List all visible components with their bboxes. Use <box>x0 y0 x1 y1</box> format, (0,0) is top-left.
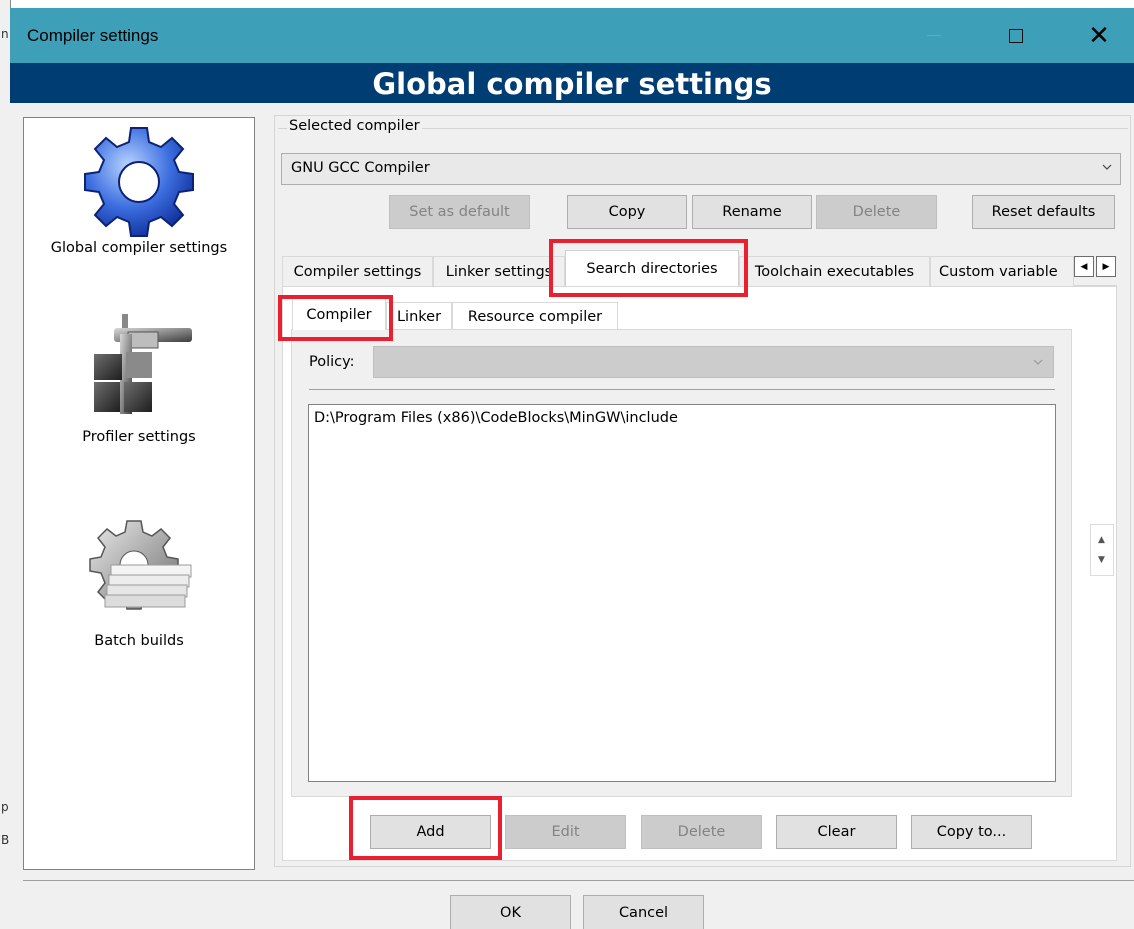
arrow-up-icon[interactable]: ▲ <box>1098 535 1105 545</box>
tab-scroll-right-icon[interactable]: ▶ <box>1096 256 1116 277</box>
directory-list[interactable]: D:\Program Files (x86)\CodeBlocks\MinGW\… <box>308 404 1056 782</box>
maximize-icon <box>1009 28 1023 43</box>
category-label: Global compiler settings <box>50 240 228 256</box>
set-as-default-button[interactable]: Set as default <box>389 195 530 229</box>
gear-stack-icon <box>89 520 192 610</box>
cancel-button[interactable]: Cancel <box>583 895 704 929</box>
highlight-box <box>549 239 748 297</box>
category-batch-builds[interactable]: Batch builds <box>24 513 254 649</box>
subtab-linker[interactable]: Linker <box>386 302 452 330</box>
chevron-down-icon <box>1102 164 1112 170</box>
tab-scroll-buttons: ◀ ▶ <box>1074 256 1118 277</box>
delete-compiler-button[interactable]: Delete <box>816 195 937 229</box>
title-bar[interactable] <box>10 8 1134 63</box>
divider <box>23 880 1134 881</box>
page-title: Global compiler settings <box>10 63 1134 103</box>
minimize-icon <box>927 35 941 36</box>
compiler-select-value: GNU GCC Compiler <box>291 160 430 176</box>
policy-label: Policy: <box>309 354 355 370</box>
tab-toolchain-executables[interactable]: Toolchain executables <box>739 256 930 286</box>
compiler-select[interactable]: GNU GCC Compiler <box>281 153 1121 185</box>
delete-directory-button[interactable]: Delete <box>641 815 762 849</box>
gear-icon <box>84 127 194 237</box>
tab-compiler-settings[interactable]: Compiler settings <box>282 256 433 286</box>
edge-char: p <box>1 800 9 814</box>
tab-custom-variables[interactable]: Custom variable <box>930 256 1074 286</box>
subtab-resource-compiler[interactable]: Resource compiler <box>452 302 618 330</box>
close-button[interactable]: ✕ <box>1070 8 1128 63</box>
clear-directories-button[interactable]: Clear <box>776 815 897 849</box>
chevron-down-icon <box>1033 359 1043 365</box>
arrow-down-icon[interactable]: ▼ <box>1098 555 1105 565</box>
category-list: Global compiler settings Profiler settin… <box>23 117 255 870</box>
copy-to-button[interactable]: Copy to... <box>911 815 1032 849</box>
maximize-button[interactable] <box>987 8 1045 63</box>
category-profiler-settings[interactable]: Profiler settings <box>24 308 254 445</box>
policy-select[interactable] <box>373 346 1054 378</box>
category-label: Batch builds <box>94 633 184 649</box>
ok-button[interactable]: OK <box>450 895 571 929</box>
tab-linker-settings[interactable]: Linker settings <box>433 256 565 286</box>
divider <box>309 389 1055 390</box>
list-item[interactable]: D:\Program Files (x86)\CodeBlocks\MinGW\… <box>314 410 678 426</box>
reset-defaults-button[interactable]: Reset defaults <box>972 195 1115 229</box>
edit-directory-button[interactable]: Edit <box>505 815 626 849</box>
highlight-box <box>278 295 393 341</box>
edge-char: B <box>1 833 10 847</box>
category-label: Profiler settings <box>82 429 196 445</box>
caliper-icon <box>94 314 192 414</box>
move-up-down-spinner[interactable]: ▲ ▼ <box>1090 524 1114 576</box>
close-icon: ✕ <box>1088 20 1110 51</box>
tab-scroll-left-icon[interactable]: ◀ <box>1074 256 1094 277</box>
highlight-box <box>349 796 502 860</box>
copy-compiler-button[interactable]: Copy <box>567 195 687 229</box>
minimize-button[interactable] <box>905 8 963 63</box>
rename-compiler-button[interactable]: Rename <box>692 195 812 229</box>
edge-char: n <box>1 27 9 41</box>
window-title: Compiler settings <box>27 26 159 45</box>
category-global-compiler-settings[interactable]: Global compiler settings <box>24 118 254 256</box>
selected-compiler-label: Selected compiler <box>287 118 422 134</box>
